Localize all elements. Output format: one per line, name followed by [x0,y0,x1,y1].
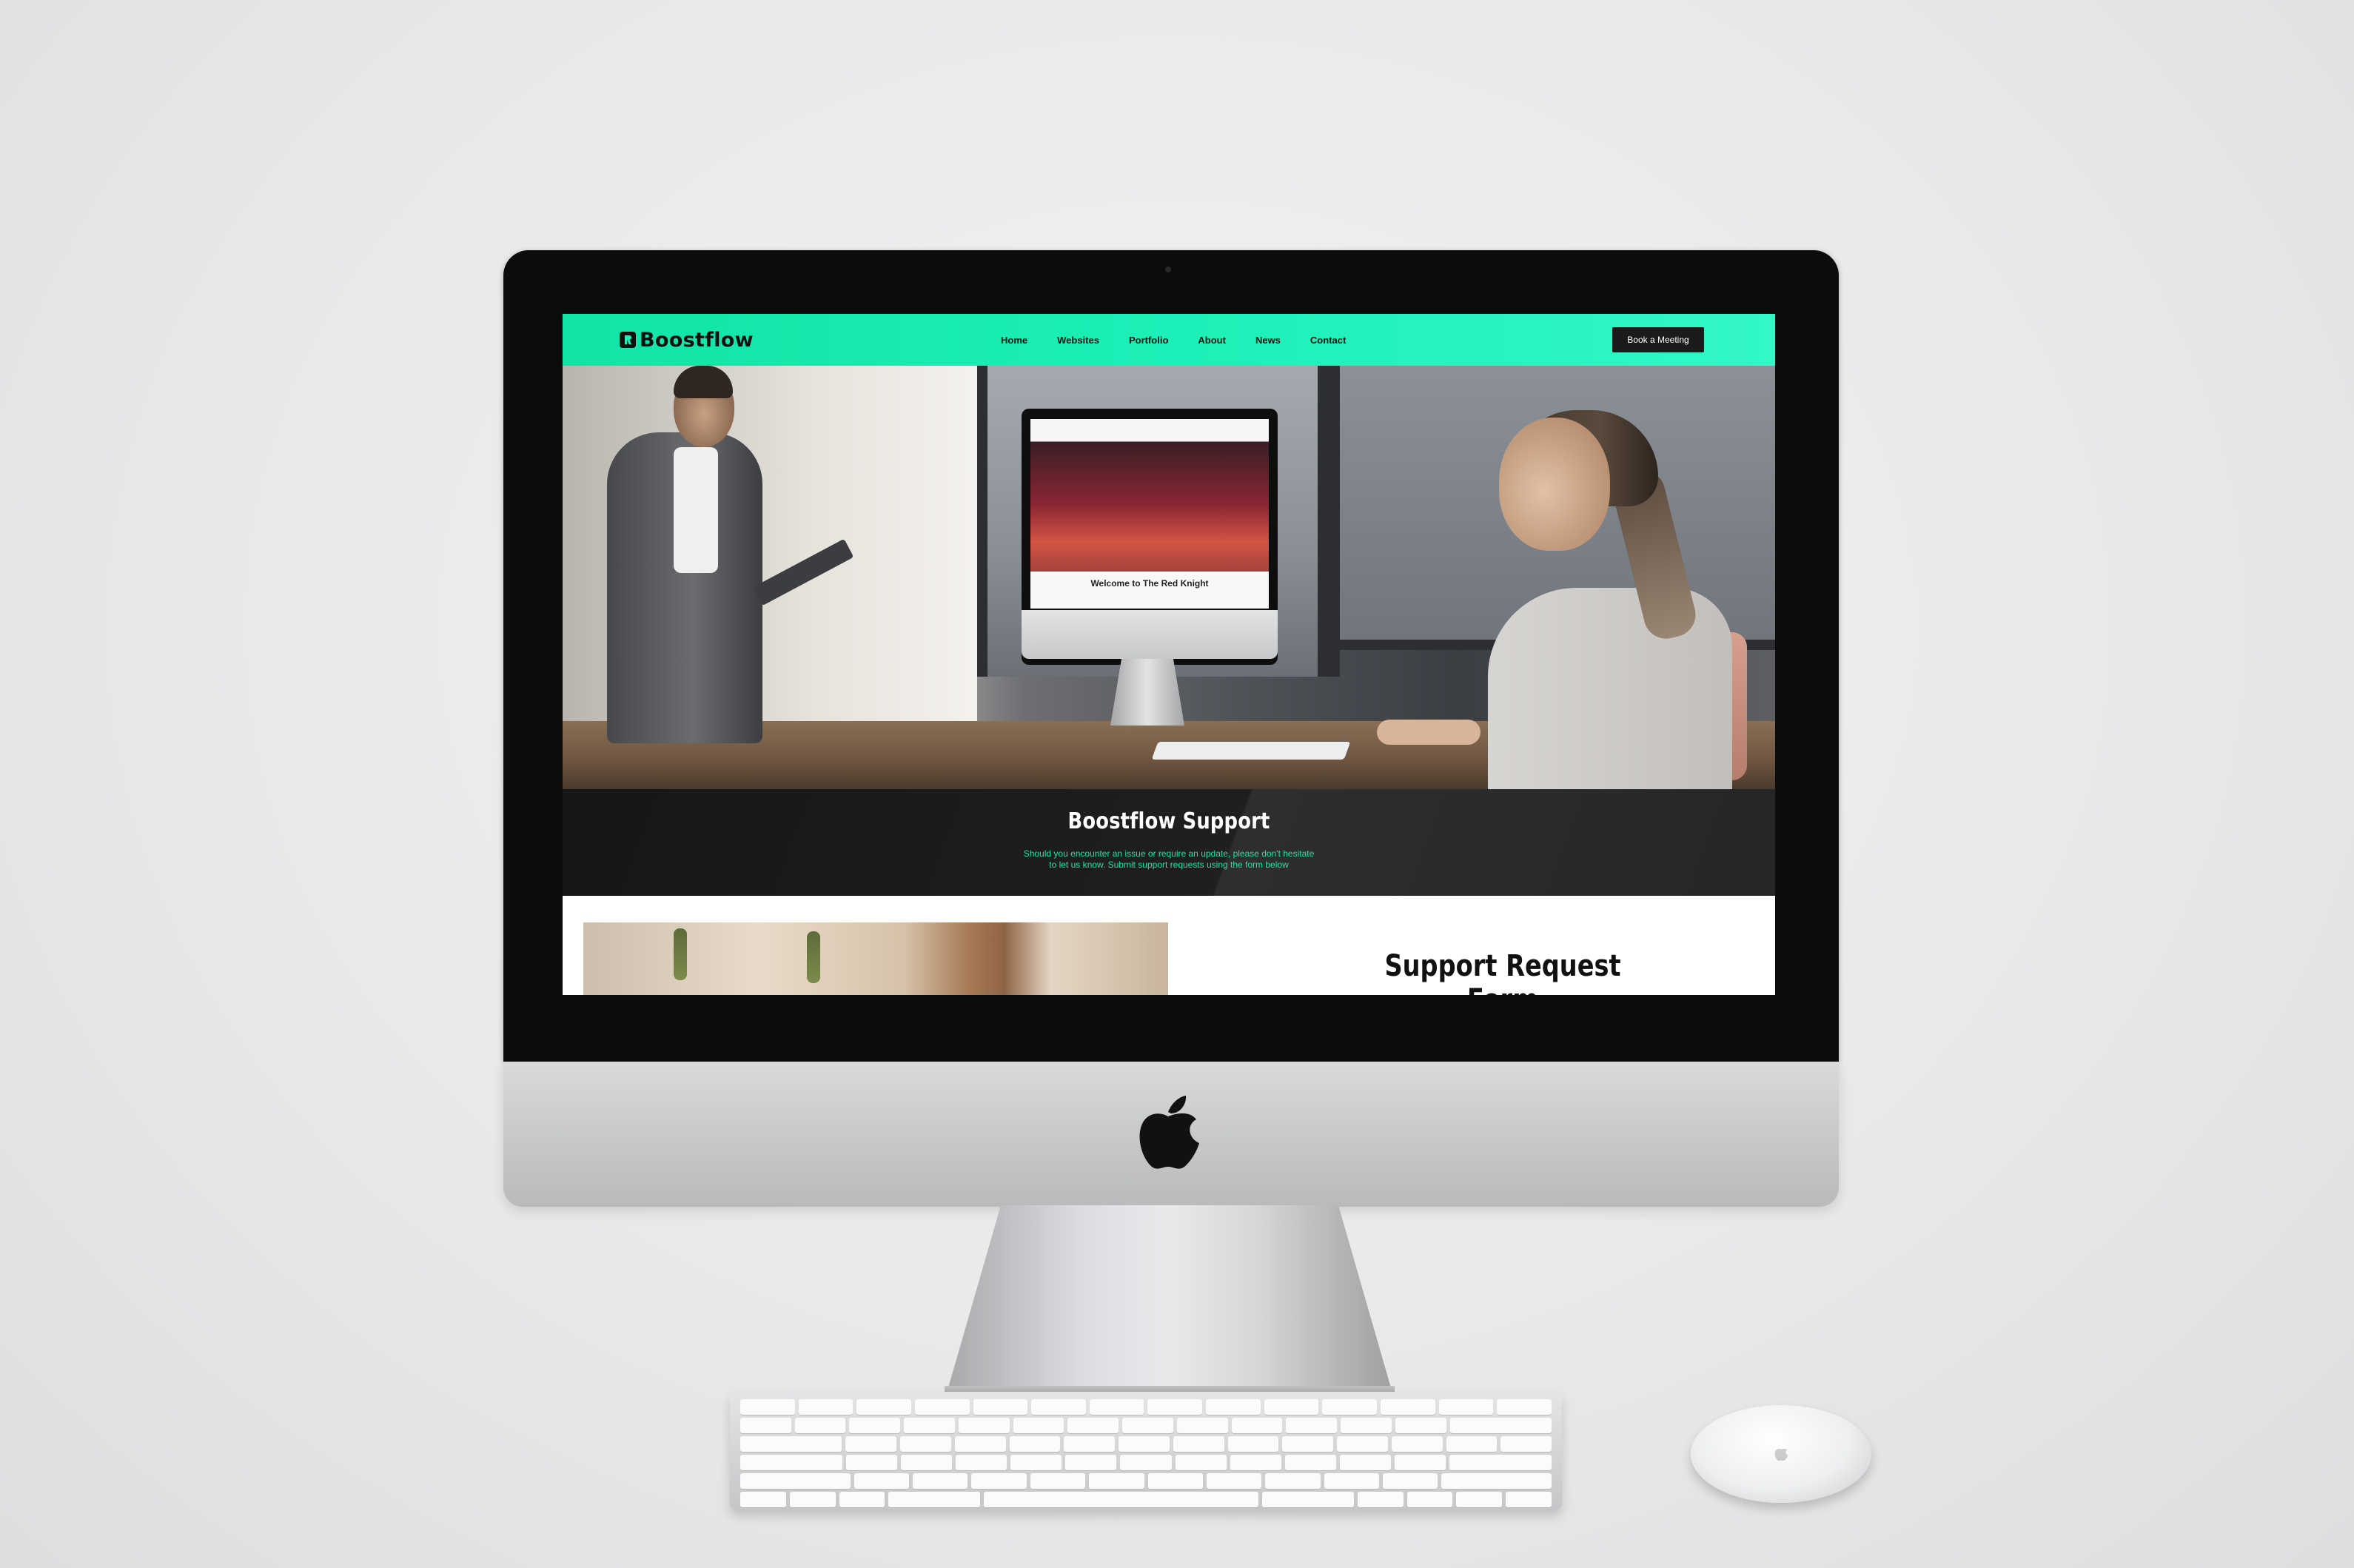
plant-decoration [807,931,820,983]
support-banner [563,789,1775,896]
brand-name: Boostflow [640,328,754,352]
website-screen: Boostflow Home Websites Portfolio About … [563,314,1775,995]
nav-item-about[interactable]: About [1198,335,1226,346]
site-navbar: Boostflow Home Websites Portfolio About … [563,314,1775,366]
book-meeting-button[interactable]: Book a Meeting [1612,327,1704,352]
person-woman-head [1499,418,1610,551]
imac-stand [948,1205,1392,1390]
window-frame [977,366,987,677]
hero-imac-stand [1110,659,1184,726]
form-title: Support Request Form [1384,949,1621,995]
window-frame [1318,366,1340,677]
nav-item-portfolio[interactable]: Portfolio [1129,335,1168,346]
person-woman [1488,588,1732,789]
hero-imac-caption: Welcome to The Red Knight [1030,572,1269,609]
hero-keyboard [1151,742,1351,760]
banner-subtitle-line: to let us know. Submit support requests … [1049,860,1289,870]
plant-decoration [674,928,687,980]
boostflow-logo-icon [620,332,636,348]
banner-subtitle: Should you encounter an issue or require… [947,848,1391,871]
brand[interactable]: Boostflow [619,326,754,353]
person-man-shirt [674,447,718,573]
nav-item-news[interactable]: News [1255,335,1281,346]
nav-links: Home Websites Portfolio About News Conta… [1001,314,1346,366]
banner-subtitle-line: Should you encounter an issue or require… [1023,848,1315,859]
mouse-apple-logo-icon [1774,1448,1788,1461]
form-photo [583,922,1168,995]
nav-item-contact[interactable]: Contact [1310,335,1346,346]
nav-item-websites[interactable]: Websites [1057,335,1099,346]
apple-logo-icon [1139,1096,1199,1169]
hero-image: Welcome to The Red Knight [563,366,1775,789]
banner-title: Boostflow Support [1067,808,1270,834]
hero-imac-chin [1022,610,1278,659]
nav-item-home[interactable]: Home [1001,335,1027,346]
hero-hand [1377,720,1481,745]
keyboard [730,1392,1562,1510]
camera-icon [1165,267,1171,272]
